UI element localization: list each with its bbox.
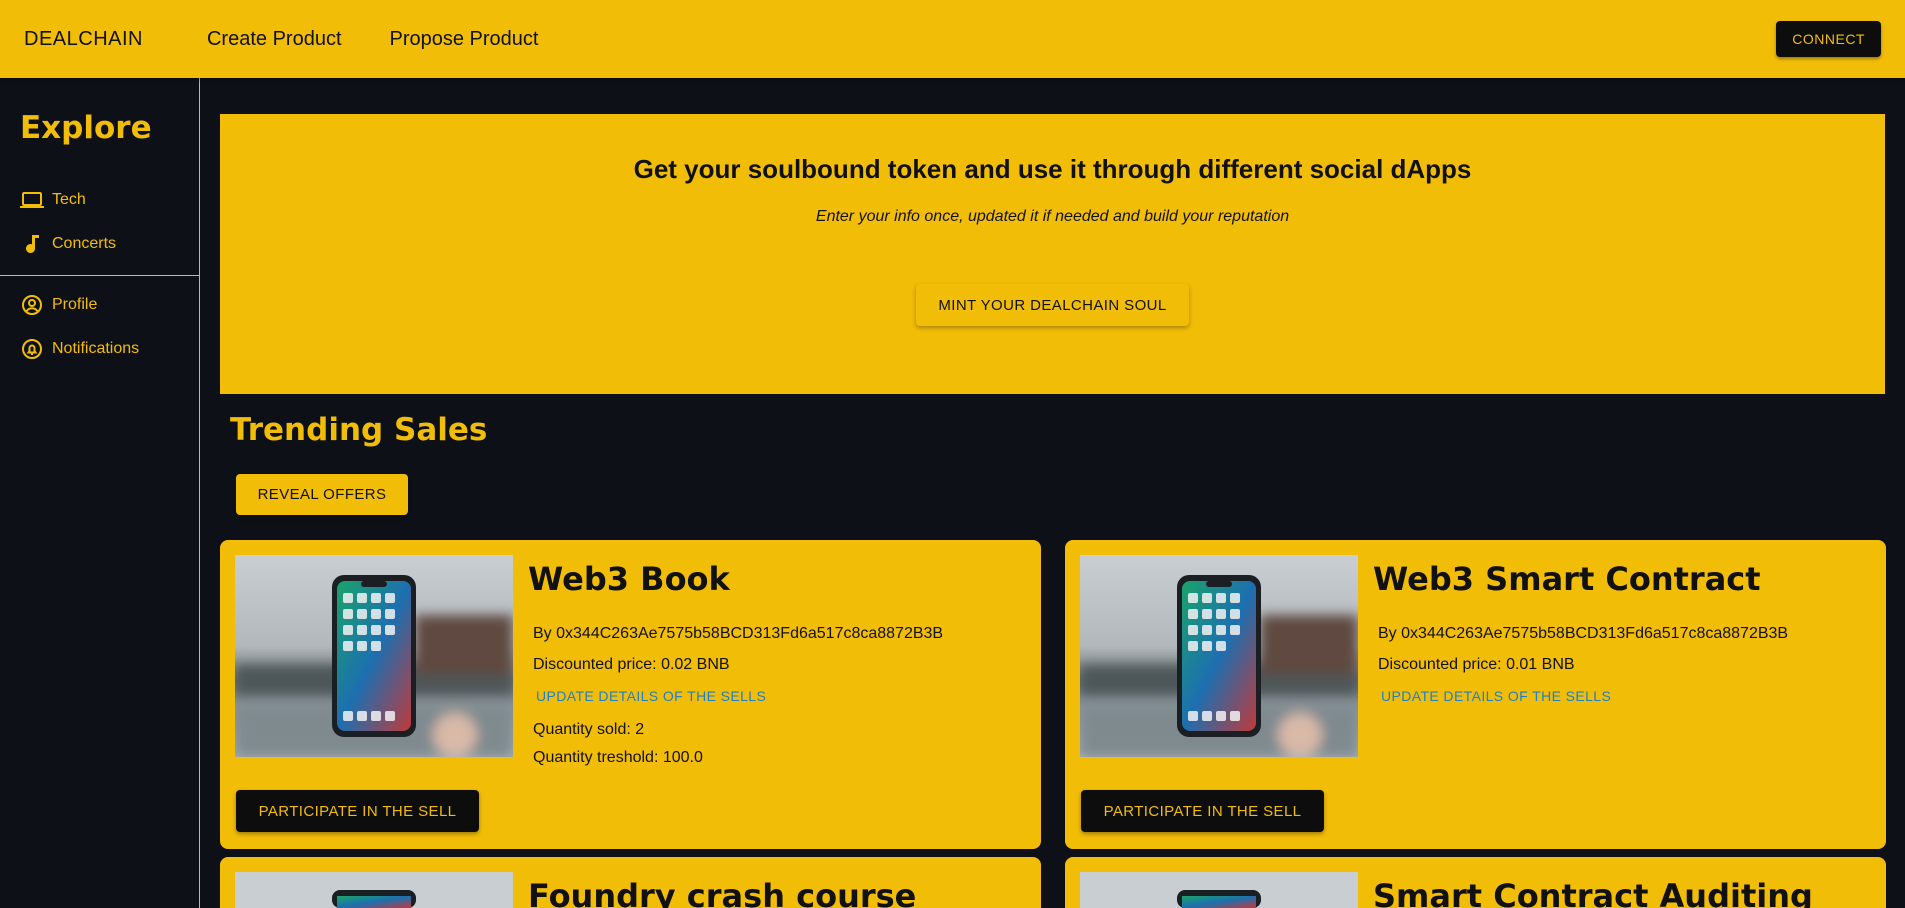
brand-logo-text[interactable]: DEALCHAIN: [24, 28, 143, 51]
sidebar-item-label: Concerts: [52, 235, 117, 252]
product-title: Foundry crash course: [528, 877, 917, 908]
sidebar-divider: [0, 275, 199, 276]
music-note-icon: [26, 235, 39, 253]
sidebar-item-label: Notifications: [52, 340, 140, 357]
update-details-link[interactable]: UPDATE DETAILS OF THE SELLS: [1381, 688, 1611, 704]
product-seller: By 0x344C263Ae7575b58BCD313Fd6a517c8ca88…: [1378, 625, 1789, 642]
product-image: [1080, 872, 1358, 908]
sidebar-item-label: Profile: [52, 296, 98, 313]
product-quantity-threshold: Quantity treshold: 100.0: [533, 749, 703, 766]
product-seller: By 0x344C263Ae7575b58BCD313Fd6a517c8ca88…: [533, 625, 944, 642]
update-details-link[interactable]: UPDATE DETAILS OF THE SELLS: [536, 688, 766, 704]
product-quantity-sold: Quantity sold: 2: [533, 721, 645, 738]
product-card: Web3 Book By 0x344C263Ae7575b58BCD313Fd6…: [220, 540, 1041, 849]
sidebar-title: Explore: [20, 110, 152, 146]
nav-propose-product[interactable]: Propose Product: [390, 28, 539, 51]
product-card: Foundry crash course: [220, 857, 1041, 908]
sidebar-item-profile[interactable]: Profile: [20, 293, 97, 317]
sidebar: Explore Tech Concerts Profile Notificati…: [0, 78, 200, 908]
product-card: Web3 Smart Contract By 0x344C263Ae7575b5…: [1065, 540, 1886, 849]
product-price: Discounted price: 0.01 BNB: [1378, 656, 1575, 673]
nav-create-product[interactable]: Create Product: [207, 28, 342, 51]
participate-button[interactable]: PARTICIPATE IN THE SELL: [1081, 790, 1324, 832]
notification-bell-icon: [22, 339, 42, 359]
connect-button[interactable]: CONNECT: [1776, 21, 1881, 57]
soulbound-hero-banner: Get your soulbound token and use it thro…: [220, 114, 1885, 394]
product-card: Smart Contract Auditing: [1065, 857, 1886, 908]
product-image: [235, 555, 513, 757]
mint-soul-button[interactable]: MINT YOUR DEALCHAIN SOUL: [916, 284, 1189, 326]
hero-title: Get your soulbound token and use it thro…: [633, 154, 1472, 184]
sidebar-item-label: Tech: [52, 191, 86, 208]
product-image: [235, 872, 513, 908]
laptop-icon: [20, 192, 44, 208]
sidebar-item-notifications[interactable]: Notifications: [20, 337, 139, 361]
sidebar-item-tech[interactable]: Tech: [20, 188, 86, 212]
product-title: Smart Contract Auditing: [1373, 877, 1813, 908]
hero-subtitle: Enter your info once, updated it if need…: [815, 208, 1290, 225]
product-title: Web3 Smart Contract: [1373, 560, 1761, 598]
sidebar-item-concerts[interactable]: Concerts: [20, 232, 116, 256]
account-circle-icon: [22, 295, 42, 315]
section-title: Trending Sales: [230, 412, 488, 448]
reveal-offers-button[interactable]: REVEAL OFFERS: [236, 474, 408, 515]
product-price: Discounted price: 0.02 BNB: [533, 656, 730, 673]
participate-button[interactable]: PARTICIPATE IN THE SELL: [236, 790, 479, 832]
product-image: [1080, 555, 1358, 757]
product-title: Web3 Book: [528, 560, 730, 598]
top-app-bar: DEALCHAIN Create Product Propose Product…: [0, 0, 1905, 78]
